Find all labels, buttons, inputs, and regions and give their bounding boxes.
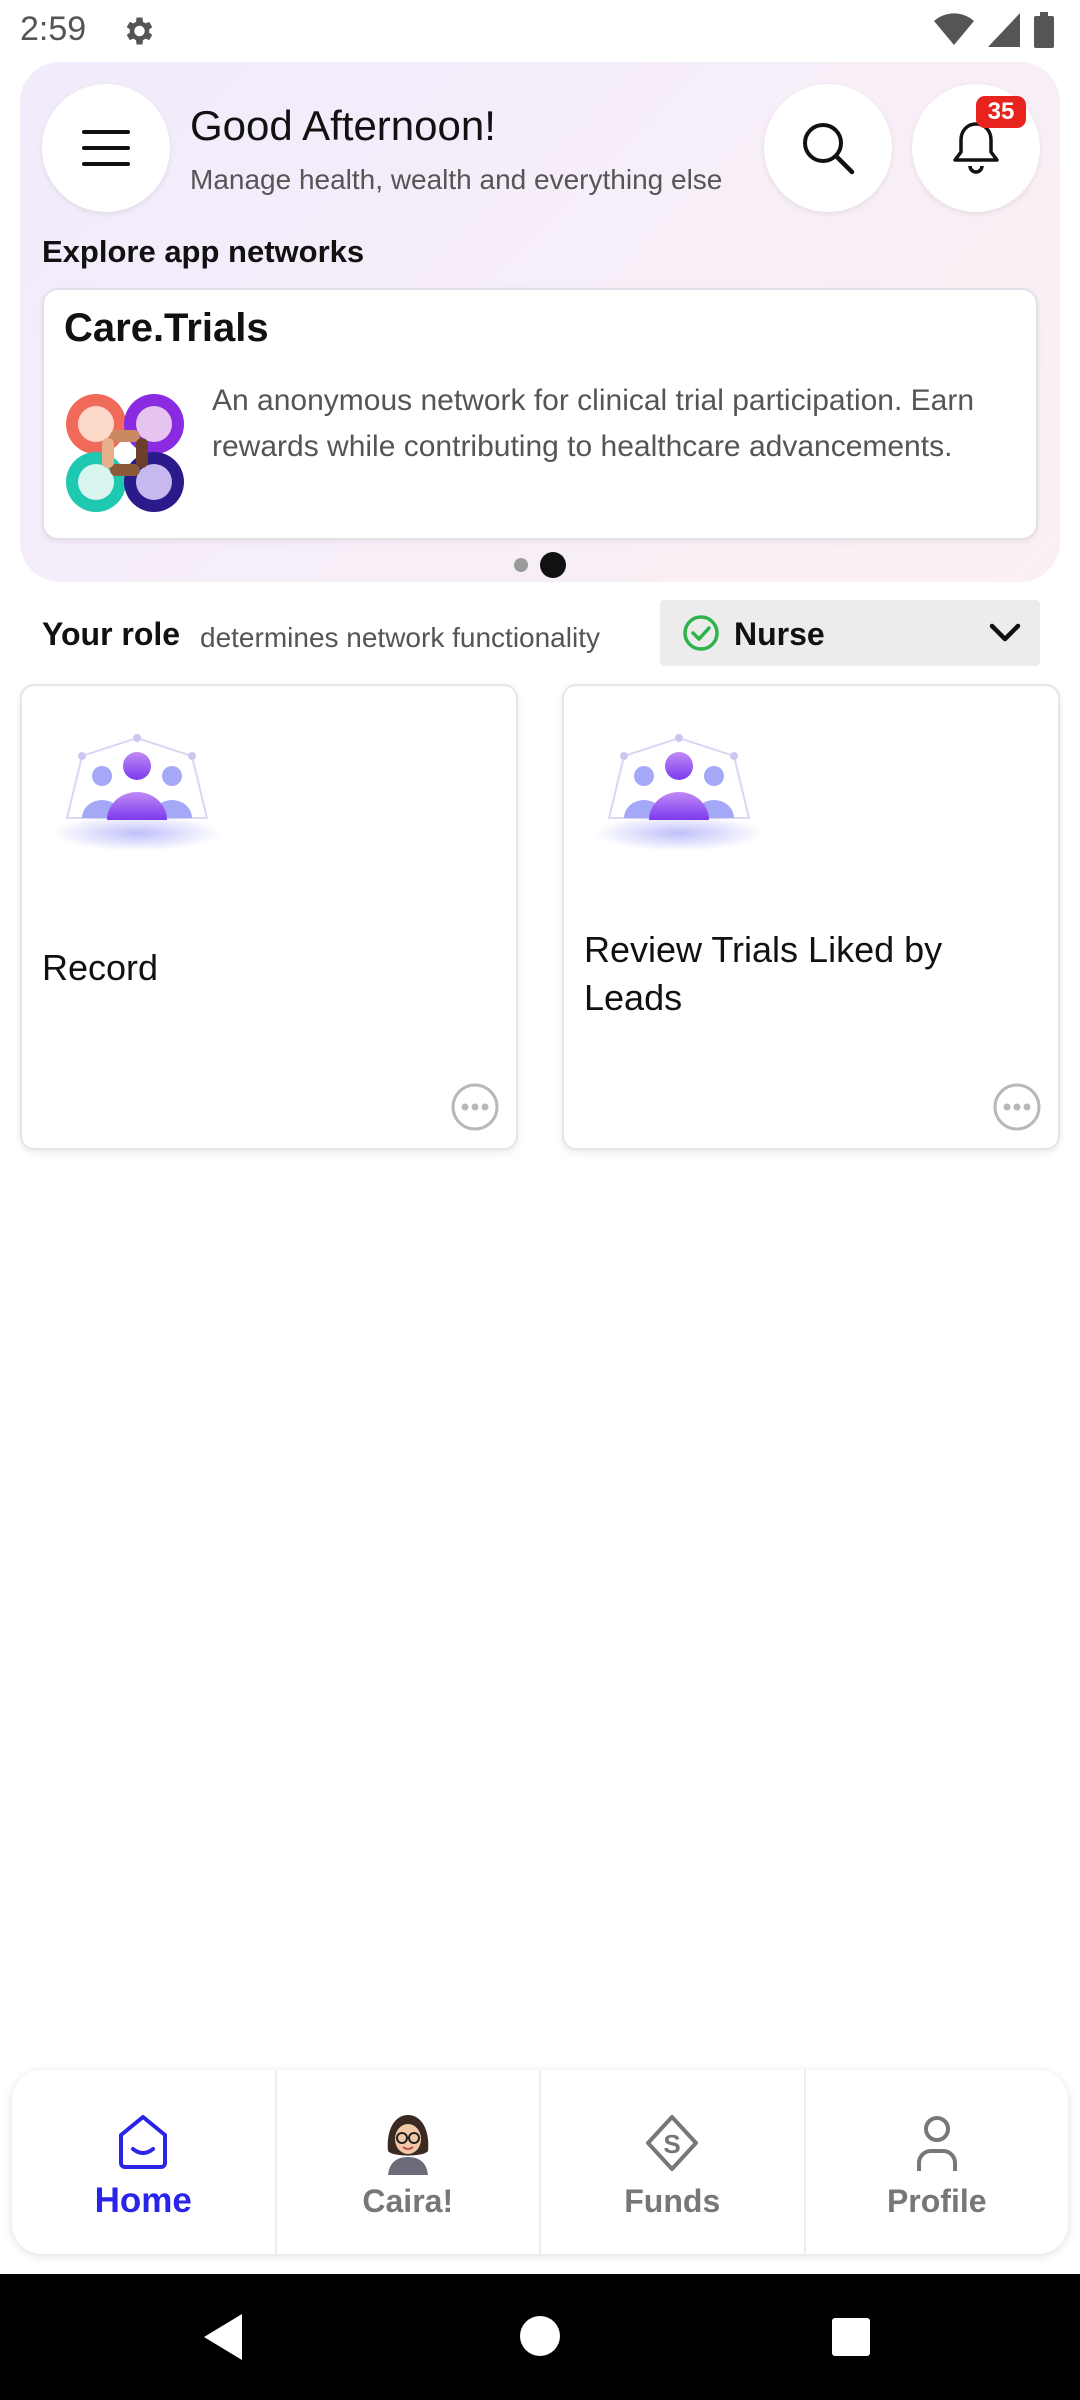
signal-icon [988,13,1020,47]
status-indicators [934,12,1054,48]
explore-section-title: Explore app networks [42,234,365,269]
card-title: Review Trials Liked by Leads [584,929,943,1018]
role-row: Your role determines network functionali… [42,600,1042,668]
network-description: An anonymous network for clinical trial … [212,384,975,463]
carousel-dot-active[interactable] [540,552,566,578]
role-label: Your role [42,616,181,652]
nav-label: Home [94,2181,192,2220]
avatar-icon [387,2114,429,2175]
nav-caira[interactable]: Caira! [274,2070,540,2254]
battery-icon [1034,12,1054,48]
more-options-icon[interactable] [450,1082,500,1132]
status-time: 2:59 [20,10,87,48]
greeting-subtitle: Manage health, wealth and everything els… [190,164,723,195]
chevron-down-icon [989,623,1021,642]
role-dropdown[interactable]: Nurse [660,600,1040,666]
search-button[interactable] [764,84,892,212]
notifications-button[interactable]: 35 [912,84,1040,212]
home-button-icon[interactable] [520,2316,560,2356]
system-navigation-bar [0,2274,1080,2400]
review-trials-card[interactable]: Review Trials Liked by Leads [562,684,1060,1150]
network-name: Care.Trials [64,306,269,350]
wifi-icon [934,13,974,45]
network-card[interactable]: Care.Trials An anonymous network for cli… [42,288,1038,540]
greeting-title: Good Afternoon! [190,102,496,149]
header-panel: Good Afternoon! Manage health, wealth an… [20,62,1060,582]
carousel-dot[interactable] [514,558,528,572]
carousel-indicator [20,552,1060,578]
bottom-navigation: Home Caira! S Funds Profile [12,2070,1068,2254]
profile-icon [916,2115,957,2171]
notification-badge: 35 [976,96,1026,128]
team-illustration-icon [594,734,764,851]
svg-text:S: S [664,2129,681,2159]
card-title: Record [42,947,159,988]
team-illustration-icon [52,734,222,851]
recent-apps-icon[interactable] [832,2318,870,2356]
hamburger-menu-icon [82,130,130,166]
menu-button[interactable] [42,84,170,212]
search-icon [803,123,855,175]
nav-label: Profile [886,2182,987,2219]
gear-icon [126,17,153,45]
bell-icon [953,122,999,174]
record-card[interactable]: Record [20,684,518,1150]
status-bar: 2:59 [0,0,1080,60]
role-selected-value: Nurse [734,616,825,652]
nav-home[interactable]: Home [12,2070,275,2254]
role-description: determines network functionality [200,622,600,653]
nav-profile[interactable]: Profile [803,2070,1069,2254]
back-icon[interactable] [200,2312,246,2362]
nav-label: Caira! [362,2182,454,2219]
nav-label: Funds [624,2182,721,2219]
nav-funds[interactable]: S Funds [539,2070,804,2254]
funds-icon: S [646,2114,699,2171]
care-trials-logo-icon [66,394,184,512]
check-circle-icon [683,615,719,651]
home-icon [119,2115,168,2169]
more-options-icon[interactable] [992,1082,1042,1132]
